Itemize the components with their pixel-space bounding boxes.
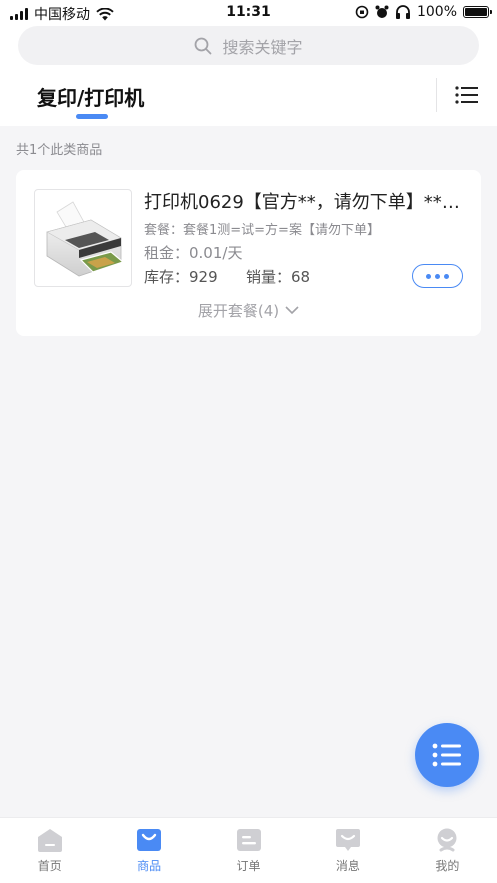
- product-sales: 销量：68: [246, 268, 311, 286]
- product-card[interactable]: 打印机0629【官方**，请勿下单】**商品 套餐：套餐1测=试=方=案【请勿下…: [16, 170, 481, 336]
- search-icon: [195, 37, 212, 54]
- message-icon: [335, 829, 360, 851]
- search-bar-area: 搜索关键字: [0, 26, 497, 74]
- shopping-bag-icon: [137, 829, 162, 851]
- product-title[interactable]: 打印机0629【官方**，请勿下单】**商品: [144, 188, 466, 214]
- more-dot: [435, 273, 440, 279]
- category-list-icon[interactable]: [455, 85, 479, 105]
- home-icon: [37, 829, 62, 852]
- bottom-nav: 首页 商品 订单 消息 我的: [0, 817, 497, 883]
- more-dot: [444, 273, 449, 279]
- product-count: 共1个此类商品: [16, 143, 103, 158]
- expand-packages-button[interactable]: 展开套餐(4): [16, 300, 481, 321]
- product-rent: 租金：0.01/天: [144, 244, 243, 262]
- alarm-icon: [375, 5, 389, 18]
- more-dot: [426, 273, 431, 279]
- printer-image: [46, 201, 125, 277]
- list-icon: [432, 743, 461, 767]
- nav-item-products[interactable]: 商品: [99, 818, 198, 883]
- nav-item-profile[interactable]: 我的: [398, 818, 497, 883]
- nav-label-orders: 订单: [236, 859, 261, 873]
- tab-category-printer[interactable]: 复印/打印机: [37, 82, 144, 111]
- nav-label-home: 首页: [37, 859, 62, 873]
- headphones-icon: [395, 5, 410, 19]
- status-bar: 中国移动 11:31 100%: [0, 0, 497, 26]
- product-package: 套餐：套餐1测=试=方=案【请勿下单】: [144, 223, 380, 238]
- battery-icon: [463, 6, 492, 18]
- nav-label-messages: 消息: [335, 859, 360, 873]
- floating-menu-button[interactable]: [415, 723, 479, 787]
- nav-label-products: 商品: [137, 859, 162, 873]
- category-header: 复印/打印机: [0, 74, 497, 126]
- product-image[interactable]: [34, 189, 132, 287]
- active-tab-indicator: [76, 114, 108, 119]
- search-input[interactable]: 搜索关键字: [18, 26, 479, 65]
- chevron-down-icon: [285, 306, 299, 315]
- profile-icon: [437, 828, 457, 852]
- nav-item-home[interactable]: 首页: [0, 818, 99, 883]
- order-icon: [236, 829, 261, 851]
- status-right: 100%: [355, 4, 492, 20]
- nav-item-orders[interactable]: 订单: [199, 818, 298, 883]
- more-options-button[interactable]: [412, 264, 463, 288]
- battery-percent: 100%: [416, 4, 457, 20]
- nav-label-profile: 我的: [435, 859, 460, 873]
- search-placeholder: 搜索关键字: [222, 37, 303, 57]
- nav-item-messages[interactable]: 消息: [298, 818, 397, 883]
- product-stock: 库存：929: [144, 268, 218, 286]
- divider: [436, 78, 437, 112]
- expand-packages-label: 展开套餐(4): [197, 302, 280, 320]
- rotation-lock-icon: [355, 5, 369, 19]
